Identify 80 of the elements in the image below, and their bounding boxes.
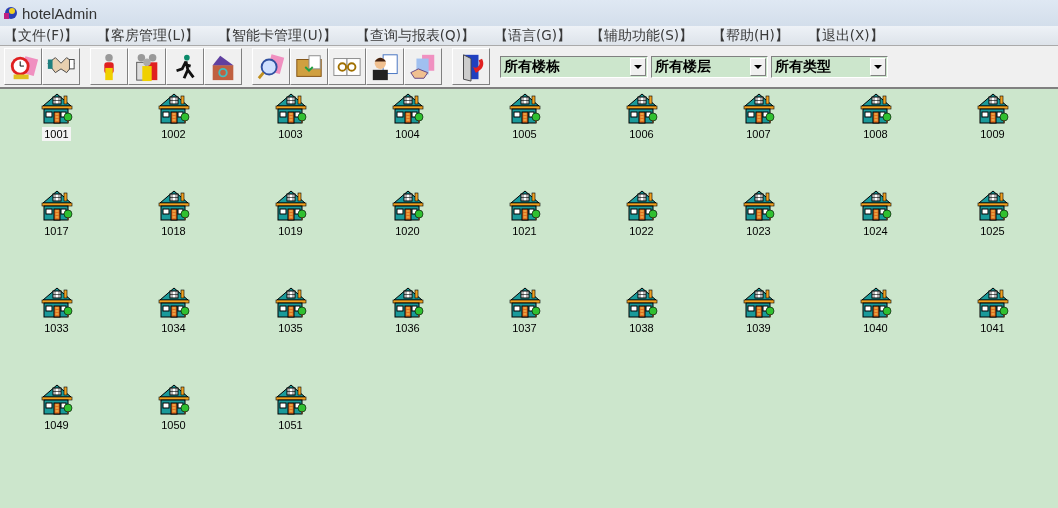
house-icon[interactable] bbox=[391, 93, 424, 125]
house-icon[interactable] bbox=[508, 93, 541, 125]
house-icon[interactable] bbox=[625, 93, 658, 125]
room-number[interactable]: 1004 bbox=[393, 127, 422, 141]
house-icon[interactable] bbox=[40, 287, 73, 319]
house-icon[interactable] bbox=[742, 287, 775, 319]
room-number[interactable]: 1037 bbox=[510, 321, 539, 335]
room-number[interactable]: 1040 bbox=[861, 321, 890, 335]
house-icon[interactable] bbox=[157, 190, 190, 222]
room-number[interactable]: 1009 bbox=[978, 127, 1007, 141]
menu-item[interactable]: 【智能卡管理(U)】 bbox=[218, 26, 337, 45]
house-icon[interactable] bbox=[859, 287, 892, 319]
house-icon[interactable] bbox=[859, 93, 892, 125]
menu-item[interactable]: 【查询与报表(Q)】 bbox=[355, 26, 475, 45]
room-number[interactable]: 1021 bbox=[510, 224, 539, 238]
house-icon[interactable] bbox=[40, 190, 73, 222]
toolbar-button[interactable] bbox=[366, 48, 404, 85]
room-number[interactable]: 1036 bbox=[393, 321, 422, 335]
room-number[interactable]: 1024 bbox=[861, 224, 890, 238]
room-number[interactable]: 1008 bbox=[861, 127, 890, 141]
room-number[interactable]: 1001 bbox=[42, 127, 71, 141]
house-icon[interactable] bbox=[40, 384, 73, 416]
room-number[interactable]: 1022 bbox=[627, 224, 656, 238]
filter-dropdown[interactable]: 所有楼层 bbox=[651, 55, 768, 78]
toolbar-button[interactable] bbox=[204, 48, 242, 85]
filter-dropdown[interactable]: 所有类型 bbox=[771, 55, 888, 78]
magnifier-icon bbox=[256, 51, 286, 82]
house-icon[interactable] bbox=[859, 190, 892, 222]
house-icon[interactable] bbox=[508, 287, 541, 319]
house-icon[interactable] bbox=[274, 287, 307, 319]
house-icon[interactable] bbox=[625, 190, 658, 222]
clerk-icon bbox=[370, 51, 400, 82]
room-number[interactable]: 1025 bbox=[978, 224, 1007, 238]
room-number[interactable]: 1023 bbox=[744, 224, 773, 238]
menu-item[interactable]: 【文件(F)】 bbox=[4, 26, 79, 45]
app-icon bbox=[2, 5, 18, 21]
house-icon[interactable] bbox=[391, 190, 424, 222]
room-number[interactable]: 1050 bbox=[159, 418, 188, 432]
toolbar-button[interactable] bbox=[166, 48, 204, 85]
room-number[interactable]: 1005 bbox=[510, 127, 539, 141]
house-icon[interactable] bbox=[976, 93, 1009, 125]
house-icon[interactable] bbox=[274, 190, 307, 222]
menu-item[interactable]: 【辅助功能(S)】 bbox=[589, 26, 694, 45]
filter-dropdown[interactable]: 所有楼栋 bbox=[500, 55, 648, 78]
house-icon[interactable] bbox=[625, 287, 658, 319]
room-number[interactable]: 1002 bbox=[159, 127, 188, 141]
house-icon[interactable] bbox=[976, 287, 1009, 319]
room-number[interactable]: 1034 bbox=[159, 321, 188, 335]
house-icon[interactable] bbox=[508, 190, 541, 222]
room-number[interactable]: 1017 bbox=[42, 224, 71, 238]
room-number[interactable]: 1007 bbox=[744, 127, 773, 141]
room-number[interactable]: 1038 bbox=[627, 321, 656, 335]
menu-item[interactable]: 【语言(G)】 bbox=[493, 26, 571, 45]
room-number[interactable]: 1049 bbox=[42, 418, 71, 432]
house-icon[interactable] bbox=[274, 384, 307, 416]
room-number[interactable]: 1033 bbox=[42, 321, 71, 335]
room-number[interactable]: 1006 bbox=[627, 127, 656, 141]
house-icon[interactable] bbox=[157, 93, 190, 125]
toolbar-button[interactable] bbox=[452, 48, 490, 85]
house-icon[interactable] bbox=[742, 190, 775, 222]
room-number[interactable]: 1003 bbox=[276, 127, 305, 141]
toolbar-button[interactable] bbox=[252, 48, 290, 85]
menu-item[interactable]: 【客房管理(L)】 bbox=[97, 26, 200, 45]
house-icon[interactable] bbox=[157, 287, 190, 319]
house-icon[interactable] bbox=[976, 190, 1009, 222]
room-number[interactable]: 1041 bbox=[978, 321, 1007, 335]
menu-item[interactable]: 【退出(X)】 bbox=[807, 26, 884, 45]
house-icon[interactable] bbox=[157, 384, 190, 416]
room-number[interactable]: 1019 bbox=[276, 224, 305, 238]
house-icon[interactable] bbox=[742, 93, 775, 125]
room-number[interactable]: 1018 bbox=[159, 224, 188, 238]
house-icon[interactable] bbox=[40, 93, 73, 125]
room-number[interactable]: 1051 bbox=[276, 418, 305, 432]
house-icon[interactable] bbox=[274, 93, 307, 125]
room-number[interactable]: 1035 bbox=[276, 321, 305, 335]
room-number[interactable]: 1039 bbox=[744, 321, 773, 335]
house-icon[interactable] bbox=[391, 287, 424, 319]
window-title: hotelAdmin bbox=[22, 4, 98, 22]
menu-item[interactable]: 【帮助(H)】 bbox=[712, 26, 789, 45]
room-number[interactable]: 1020 bbox=[393, 224, 422, 238]
